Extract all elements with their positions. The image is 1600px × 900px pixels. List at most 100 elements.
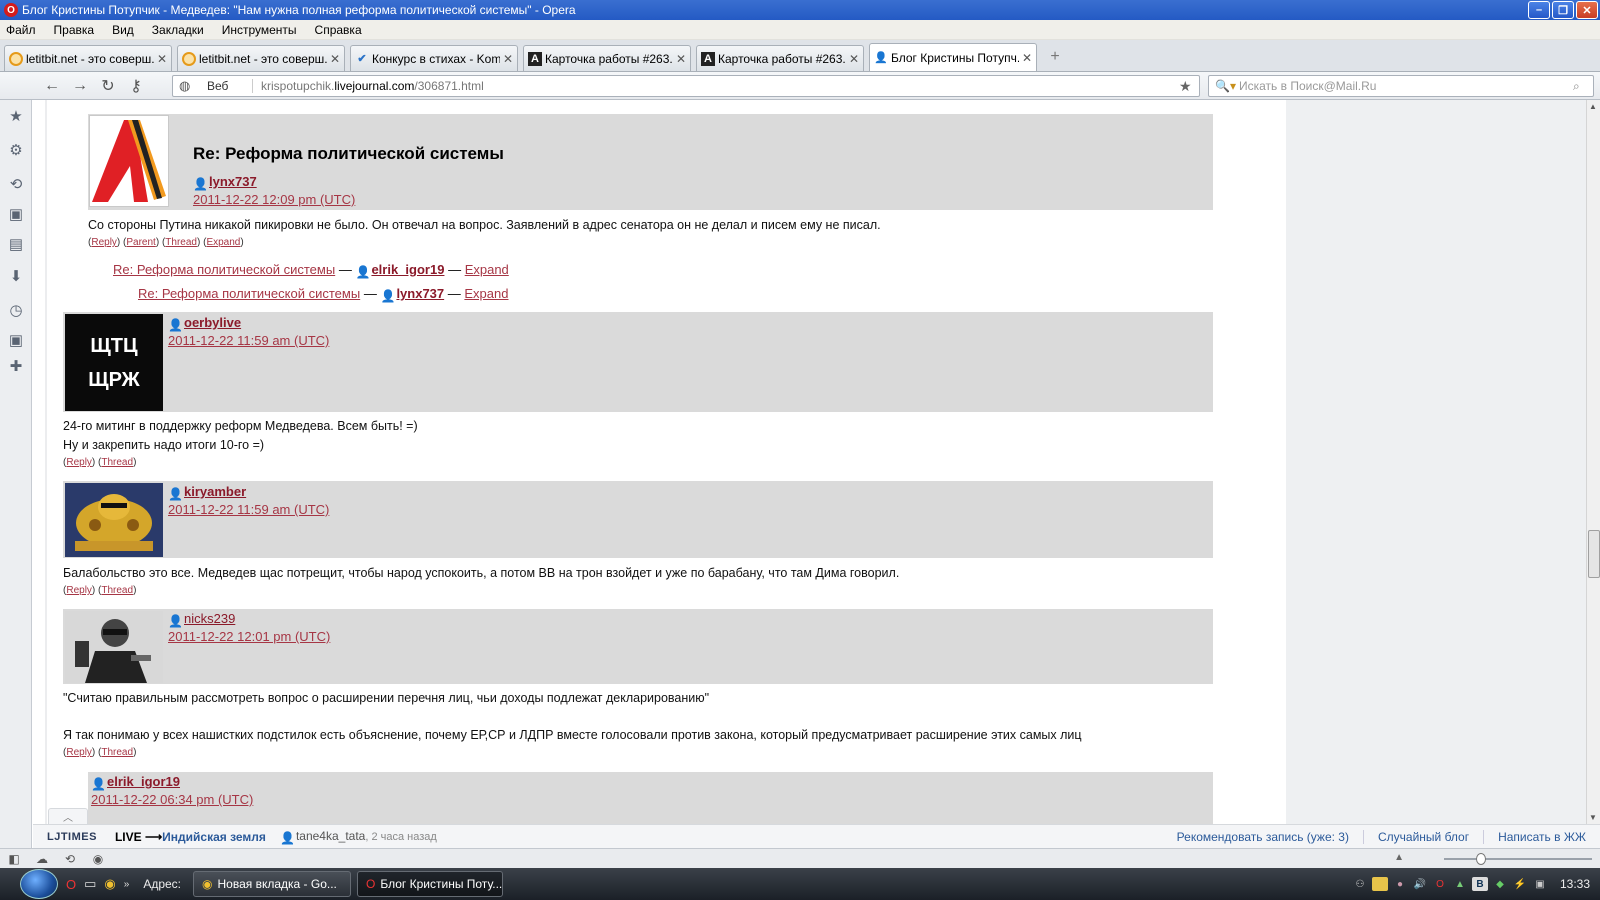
new-tab-button[interactable]: + [1046,48,1064,66]
tab-close-icon[interactable]: ✕ [157,52,167,66]
add-panel-icon[interactable]: ✚ [6,356,26,376]
avatar-oerbylive[interactable]: ЩТЦ ЩРЖ [65,314,163,411]
tab-close-icon[interactable]: ✕ [1022,51,1032,65]
history-clock-icon[interactable]: ◷ [6,300,26,320]
comment-author-lynx737[interactable]: 👤lynx737 [193,174,257,191]
search-icon[interactable]: ⌕ [1573,79,1593,94]
thread-link[interactable]: Thread [101,747,133,758]
reply-link[interactable]: Reply [66,747,92,758]
tab-konkurs[interactable]: ✔ Конкурс в стихах - Kom... ✕ [350,45,518,71]
vertical-scrollbar[interactable]: ▲ ▼ [1586,100,1600,824]
parent-link[interactable]: Parent [126,237,155,248]
thread-link[interactable]: Thread [101,585,133,596]
comment-date[interactable]: 2011-12-22 12:09 pm (UTC) [193,192,355,207]
scrollbar-thumb[interactable] [1588,530,1600,578]
taskbar-window-chrome[interactable]: ◉ Новая вкладка - Go... [193,871,352,897]
scroll-up-icon[interactable]: ▲ [1589,102,1597,111]
thread-user-link[interactable]: elrik_igor19 [371,262,444,277]
taskbar-clock[interactable]: 13:33 [1560,877,1590,891]
opera-quicklaunch-icon[interactable]: O [66,877,76,892]
tray-opera-icon[interactable]: O [1432,877,1448,891]
more-quicklaunch-icon[interactable]: » [124,879,130,890]
expand-link[interactable]: Expand [206,237,240,248]
taskbar-address-label[interactable]: Адрес: [143,877,181,891]
comment-author-nicks239[interactable]: 👤nicks239 [168,611,235,628]
key-icon[interactable]: ⚷ [122,74,150,98]
bookmark-star-icon[interactable]: ★ [1179,78,1199,95]
tray-signal-icon[interactable]: ▲ [1452,877,1468,891]
unite-share-icon[interactable]: ⟲ [6,174,26,194]
menu-view[interactable]: Вид [112,23,134,37]
menu-tools[interactable]: Инструменты [222,23,297,37]
reply-link[interactable]: Reply [91,237,117,248]
comment-date[interactable]: 2011-12-22 12:01 pm (UTC) [168,629,330,644]
thread-user-link[interactable]: lynx737 [396,286,444,301]
tab-kartochka-1[interactable]: A Карточка работы #263... ✕ [523,45,691,71]
address-field[interactable]: ◍ Веб krispotupchik.livejournal.com/3068… [172,75,1200,97]
zoom-knob[interactable] [1476,853,1486,865]
scroll-down-icon[interactable]: ▼ [1589,813,1597,822]
comment-date[interactable]: 2011-12-22 11:59 am (UTC) [168,502,329,517]
tab-letitbit-1[interactable]: letitbit.net - это соверш... ✕ [4,45,172,71]
unite-icon[interactable]: ⟲ [56,852,84,866]
tray-speaker-icon[interactable]: 🔊 [1412,877,1428,891]
desktop-quicklaunch-icon[interactable]: ▭ [84,876,96,892]
menu-bookmarks[interactable]: Закладки [152,23,204,37]
forward-arrow-icon[interactable]: → [66,74,94,98]
turbo-cloud-icon[interactable]: ☁ [28,852,56,866]
comment-author-elrik[interactable]: 👤elrik_igor19 [91,774,180,791]
thread-link[interactable]: Thread [165,237,197,248]
write-lj-link[interactable]: Написать в ЖЖ [1483,830,1600,844]
avatar-nicks239[interactable] [65,611,163,683]
ljtimes-logo[interactable]: LJTIMES [47,831,97,843]
close-window-button[interactable]: ✕ [1576,1,1598,19]
recommend-link[interactable]: Рекомендовать запись (уже: 3) [1163,830,1363,844]
tab-close-icon[interactable]: ✕ [503,52,513,66]
comment-date[interactable]: 2011-12-22 06:34 pm (UTC) [91,792,253,807]
menu-help[interactable]: Справка [315,23,362,37]
thread-title-link[interactable]: Re: Реформа политической системы [138,286,360,301]
tray-chat-icon[interactable] [1371,877,1388,891]
reload-icon[interactable]: ↻ [94,74,122,98]
zoom-slider[interactable] [1434,853,1594,865]
comment-author-kiryamber[interactable]: 👤kiryamber [168,484,246,501]
restore-button[interactable]: ❐ [1552,1,1574,19]
menu-edit[interactable]: Правка [54,23,95,37]
avatar-lynx737[interactable] [89,115,169,207]
tab-blog-active[interactable]: 👤 Блог Кристины Потупч... ✕ [869,43,1037,71]
tab-kartochka-2[interactable]: A Карточка работы #263... ✕ [696,45,864,71]
thread-title-link[interactable]: Re: Реформа политической системы [113,262,335,277]
expand-link[interactable]: Expand [465,262,509,277]
comment-date[interactable]: 2011-12-22 11:59 am (UTC) [168,333,329,348]
tab-close-icon[interactable]: ✕ [676,52,686,66]
settings-gear-icon[interactable]: ⚙ [6,140,26,160]
tab-letitbit-2[interactable]: letitbit.net - это соверш... ✕ [177,45,345,71]
reply-link[interactable]: Reply [66,457,92,468]
tray-app-icon[interactable]: ● [1392,877,1408,891]
tab-close-icon[interactable]: ✕ [849,52,859,66]
comment-author-oerbylive[interactable]: 👤oerbylive [168,315,241,332]
tab-close-icon[interactable]: ✕ [330,52,340,66]
search-engine-icon[interactable]: 🔍▾ [1209,79,1239,93]
live-user[interactable]: 👤tane4ka_tata, 2 часа назад [280,829,437,845]
live-topic-link[interactable]: Индийская земля [162,830,266,844]
tray-nvidia-icon[interactable]: ◆ [1492,877,1508,891]
view-toggle-icon[interactable]: ▲ [1394,852,1404,863]
tray-display-icon[interactable]: ▣ [1532,877,1548,891]
menu-file[interactable]: Файл [6,23,36,37]
notes-icon[interactable]: ▤ [6,234,26,254]
downloads-icon[interactable]: ⬇ [6,266,26,286]
chrome-quicklaunch-icon[interactable]: ◉ [104,876,115,892]
url-text[interactable]: krispotupchik.livejournal.com/306871.htm… [253,79,1179,93]
bookmarks-star-icon[interactable]: ★ [6,106,26,126]
tray-update-icon[interactable]: ⚡ [1512,877,1528,891]
thread-link[interactable]: Thread [101,457,133,468]
back-arrow-icon[interactable]: ← [38,74,66,98]
avatar-kiryamber[interactable] [65,483,163,557]
search-field[interactable]: 🔍▾ Искать в Поиск@Mail.Ru ⌕ [1208,75,1594,97]
start-button[interactable] [20,869,58,899]
speed-dial-icon[interactable]: ◉ [84,852,112,866]
ljtimes-collapse-icon[interactable]: ︿ [48,808,88,824]
random-blog-link[interactable]: Случайный блог [1362,830,1483,844]
tray-network-icon[interactable]: ⚇ [1352,877,1368,891]
